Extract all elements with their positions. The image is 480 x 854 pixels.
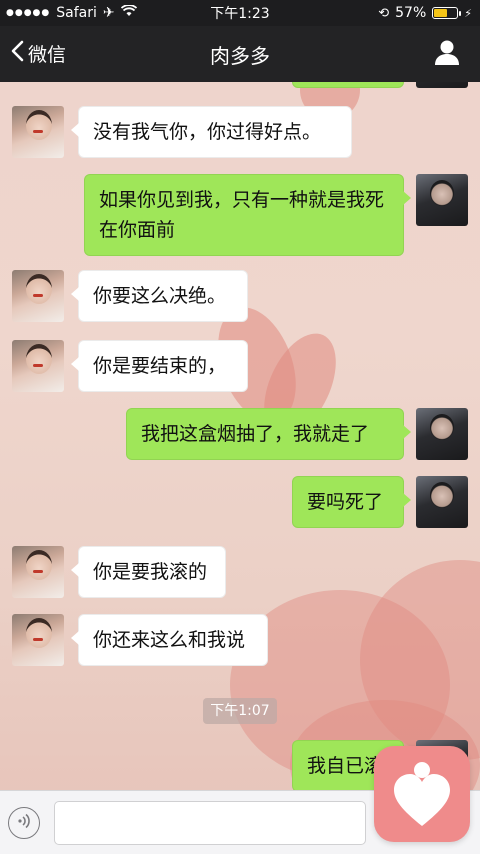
avatar[interactable] [12,546,64,598]
avatar[interactable] [416,408,468,460]
avatar[interactable] [12,614,64,666]
avatar[interactable] [416,174,468,226]
heart-icon [392,760,452,834]
avatar[interactable] [12,106,64,158]
battery-percent: 57% [395,5,427,21]
message-bubble[interactable]: 要吗死了 [292,476,411,528]
avatar[interactable] [12,340,64,392]
person-icon[interactable] [432,38,462,68]
message-bubble[interactable]: 如果你见到我，只有一种就是我死在你面前 [84,174,411,256]
message-bubble[interactable]: 我把这盒烟抽了，我就走了 [126,408,411,460]
message-bubble[interactable]: 你要这么决绝。 [71,270,248,322]
floating-heart-app-button[interactable] [374,746,470,842]
chat-nav-bar: 微信 肉多多 [0,26,480,82]
timestamp-divider: 下午1:07 [203,698,277,724]
message-bubble-partial [292,82,404,88]
message-list[interactable]: 没有我气你，你过得好点。 如果你见到我，只有一种就是我死在你面前 你要这么决绝。… [0,82,480,790]
battery-icon [432,7,462,19]
message-input[interactable] [54,801,366,845]
message-bubble[interactable]: 你是要结束的， [71,340,248,392]
message-bubble[interactable]: 你还来这么和我说 [71,614,268,666]
voice-input-button[interactable] [8,807,40,839]
avatar[interactable] [416,82,468,88]
charging-icon: ⚡ [464,6,472,20]
chat-title: 肉多多 [210,44,270,68]
orientation-lock-icon: ⟲ [378,5,390,21]
voice-icon [15,812,33,834]
avatar[interactable] [416,476,468,528]
message-bubble[interactable]: 你是要我滚的 [71,546,226,598]
message-bubble[interactable]: 没有我气你，你过得好点。 [71,106,352,158]
status-bar: ●●●●● Safari ✈ 下午1:23 ⟲ 57% ⚡ [0,0,480,26]
avatar[interactable] [12,270,64,322]
